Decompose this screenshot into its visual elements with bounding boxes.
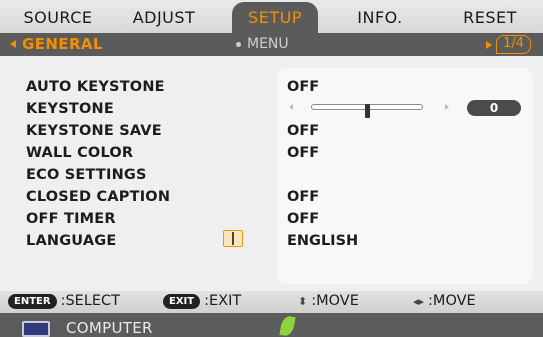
tab-source[interactable]: SOURCE (14, 2, 102, 33)
slider-left-arrow-icon[interactable] (289, 104, 293, 110)
arrow-left-icon[interactable] (10, 40, 16, 48)
up-down-arrows-icon: ⬍ (298, 294, 308, 308)
section-title: GENERAL (22, 35, 103, 53)
slider-track[interactable] (311, 104, 423, 118)
dot-icon (236, 41, 241, 47)
help-move-vertical-label: :MOVE (311, 293, 359, 309)
help-move-horizontal-label: :MOVE (428, 293, 476, 309)
value-closed-caption[interactable]: OFF (287, 189, 319, 205)
tab-reset[interactable]: RESET (450, 2, 530, 33)
keystone-slider[interactable] (289, 101, 449, 118)
tab-setup[interactable]: SETUP (232, 2, 318, 33)
tab-bar: SOURCE ADJUST SETUP INFO. RESET (0, 0, 543, 33)
value-wall-color[interactable]: OFF (287, 145, 319, 161)
setting-keystone-save[interactable]: KEYSTONE SAVE (26, 123, 162, 139)
leaf-icon (279, 315, 296, 337)
input-source-label: COMPUTER (66, 319, 153, 337)
value-auto-keystone[interactable]: OFF (287, 79, 319, 95)
value-keystone-save[interactable]: OFF (287, 123, 319, 139)
tab-adjust[interactable]: ADJUST (118, 2, 210, 33)
page-indicator[interactable]: 1/4 (486, 35, 531, 54)
setting-language[interactable]: LANGUAGE (26, 233, 116, 249)
sub-menu-bar: GENERAL MENU 1/4 (0, 33, 543, 56)
arrow-right-icon[interactable] (486, 40, 493, 49)
value-off-timer[interactable]: OFF (287, 211, 319, 227)
menu-indicator: MENU (236, 36, 289, 52)
help-bar: ENTER :SELECT EXIT :EXIT ⬍ :MOVE ◂▸ :MOV… (0, 291, 543, 313)
status-bar: COMPUTER (0, 313, 543, 337)
language-icon (223, 230, 243, 247)
help-move-horizontal: ◂▸ :MOVE (413, 293, 476, 309)
help-select: ENTER :SELECT (8, 293, 120, 309)
help-exit: EXIT :EXIT (163, 293, 241, 309)
help-select-label: :SELECT (60, 293, 121, 309)
setting-wall-color[interactable]: WALL COLOR (26, 145, 133, 161)
setting-auto-keystone[interactable]: AUTO KEYSTONE (26, 79, 165, 95)
setting-keystone[interactable]: KEYSTONE (26, 101, 114, 117)
section-nav[interactable]: GENERAL (10, 35, 103, 53)
slider-thumb[interactable] (364, 104, 370, 118)
left-right-arrows-icon: ◂▸ (413, 294, 425, 308)
enter-key-icon: ENTER (8, 293, 57, 309)
exit-key-icon: EXIT (163, 293, 201, 309)
page-number: 1/4 (496, 35, 531, 54)
help-move-vertical: ⬍ :MOVE (298, 293, 359, 309)
slider-right-arrow-icon[interactable] (445, 104, 449, 110)
setting-eco-settings[interactable]: ECO SETTINGS (26, 167, 147, 183)
tab-info[interactable]: INFO. (345, 2, 415, 33)
monitor-icon (22, 321, 50, 337)
help-exit-label: :EXIT (204, 293, 242, 309)
setting-off-timer[interactable]: OFF TIMER (26, 211, 116, 227)
setting-closed-caption[interactable]: CLOSED CAPTION (26, 189, 170, 205)
keystone-value: 0 (467, 100, 521, 116)
menu-label: MENU (247, 36, 289, 52)
value-language[interactable]: ENGLISH (287, 233, 358, 249)
